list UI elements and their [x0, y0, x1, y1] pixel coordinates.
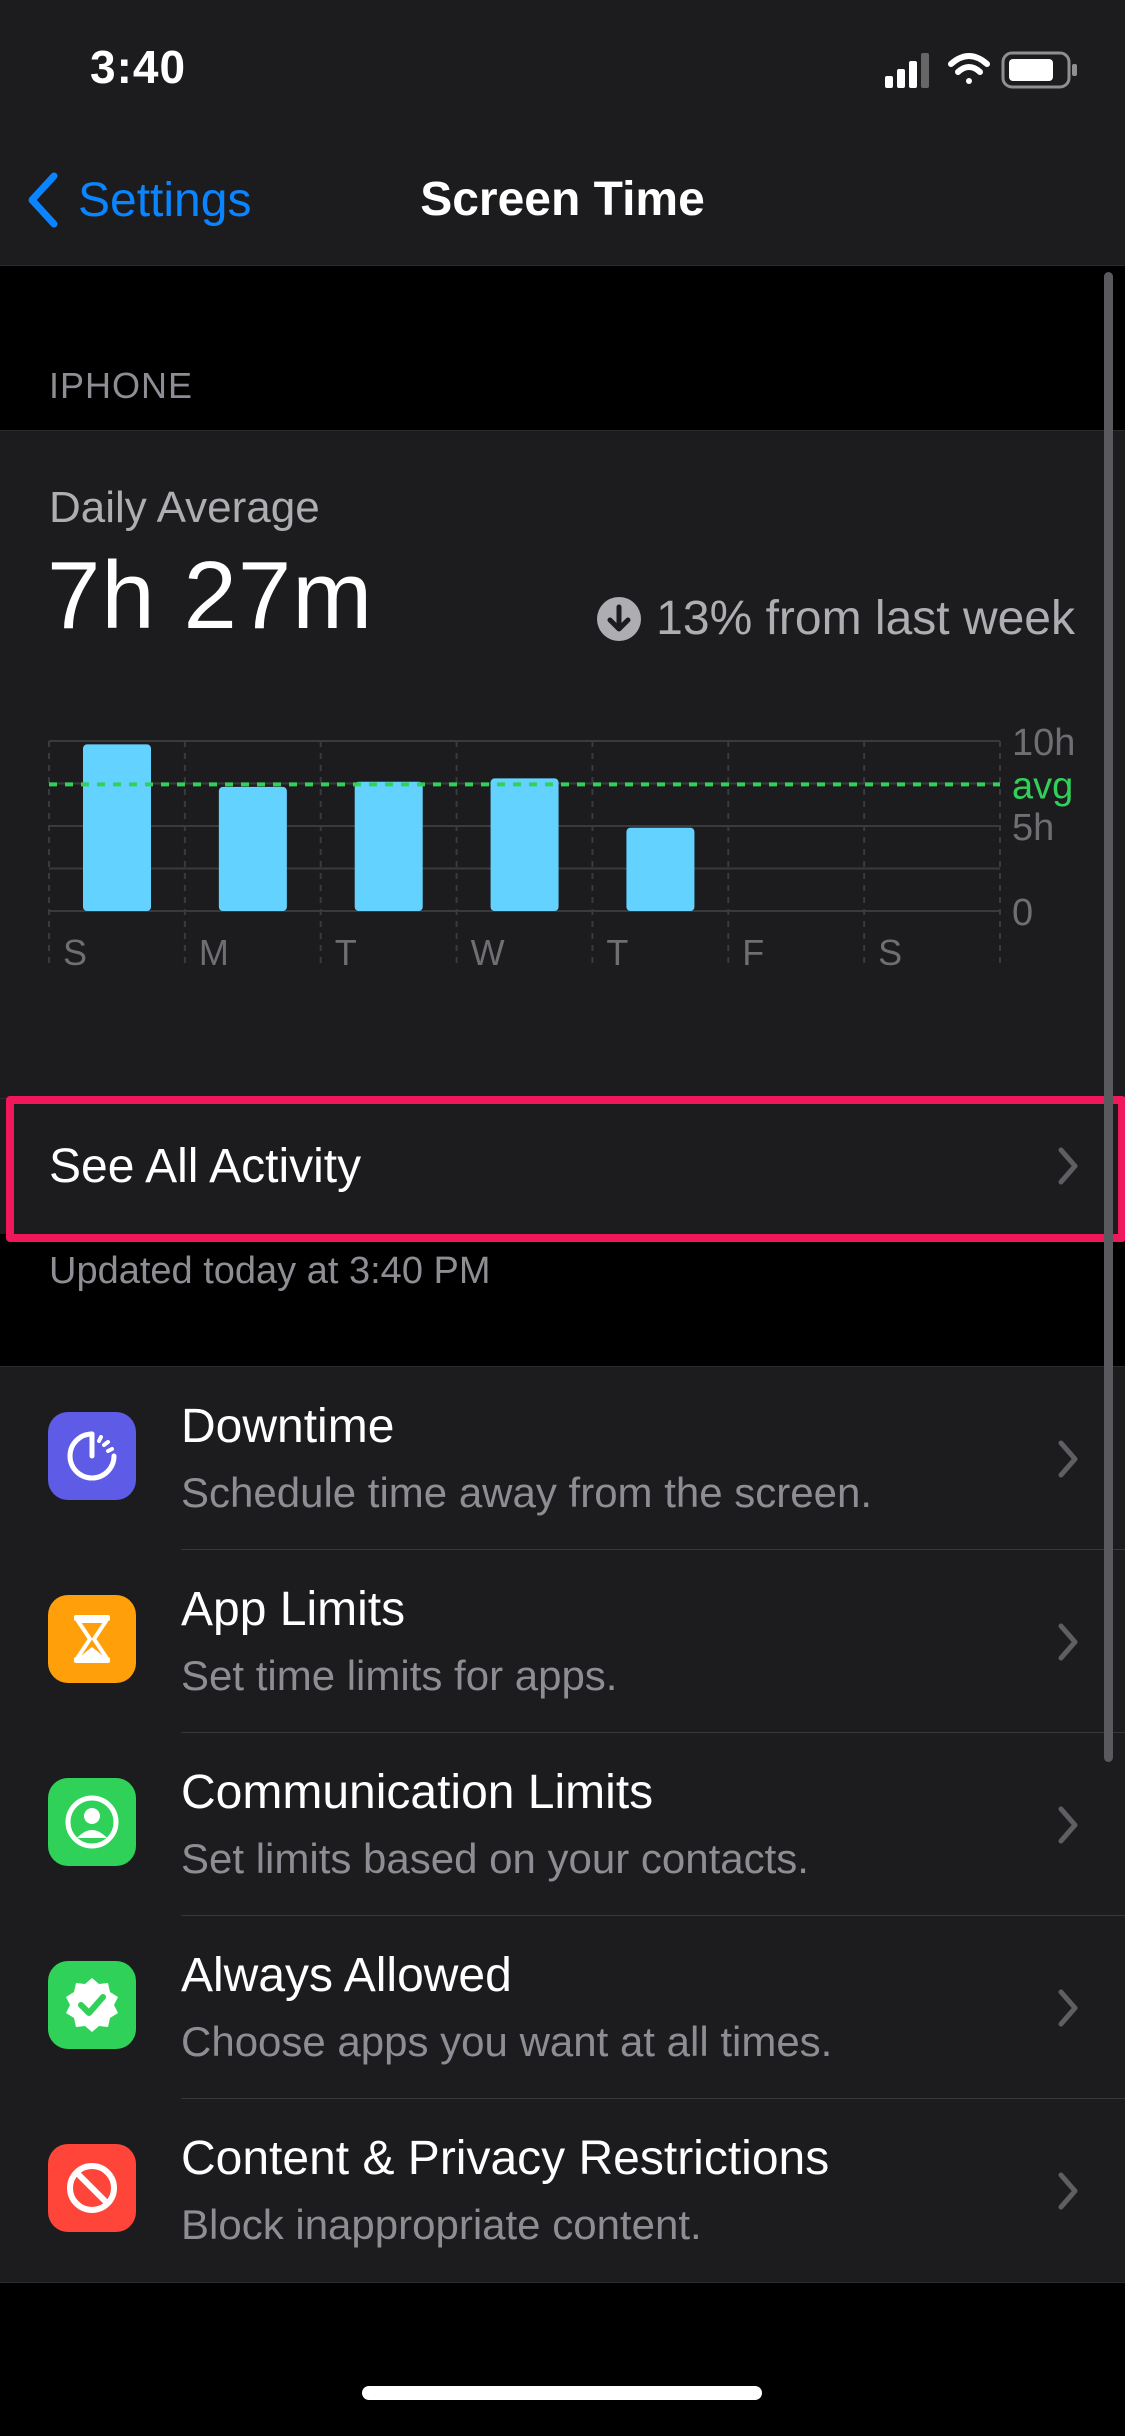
chevron-right-icon	[1058, 1806, 1078, 1844]
status-bar: 3:40	[0, 0, 1125, 135]
list-item-downtime[interactable]: Downtime Schedule time away from the scr…	[0, 1367, 1125, 1550]
usage-card: Daily Average 7h 27m 13% from last week …	[0, 430, 1125, 1234]
chevron-right-icon	[1058, 1147, 1078, 1185]
list-item-communication-limits[interactable]: Communication Limits Set limits based on…	[0, 1733, 1125, 1916]
daily-average-value: 7h 27m	[47, 542, 374, 649]
see-all-activity-row[interactable]: See All Activity	[0, 1098, 1125, 1234]
scrollbar[interactable]	[1104, 272, 1113, 1762]
list-item-title: Always Allowed	[181, 1949, 512, 2002]
chart-x-tick-label: T	[606, 932, 628, 973]
chart-y-tick-label: 0	[1012, 892, 1033, 934]
list-item-title: Communication Limits	[181, 1766, 654, 1819]
list-item-subtitle: Set limits based on your contacts.	[181, 1835, 809, 1882]
chart-bar	[354, 781, 423, 911]
list-item-subtitle: Set time limits for apps.	[181, 1652, 618, 1699]
chart-bar	[626, 827, 695, 911]
chart-x-tick-label: M	[199, 932, 229, 973]
battery-icon	[1001, 51, 1077, 89]
chart-x-tick-label: F	[742, 932, 764, 973]
updated-timestamp: Updated today at 3:40 PM	[49, 1250, 491, 1292]
chart-bar	[218, 786, 287, 911]
trend-text: 13% from last week	[656, 592, 1075, 645]
page-title: Screen Time	[420, 173, 705, 226]
weekly-usage-chart: avg10h 5h 0 S M T W T F S	[48, 722, 1075, 973]
chevron-right-icon	[1058, 2172, 1078, 2210]
chart-x-tick-label: S	[63, 932, 87, 973]
section-header: IPHONE	[49, 365, 194, 406]
arrow-down-circle-icon	[597, 596, 642, 641]
chart-bar	[490, 778, 559, 911]
list-item-always-allowed[interactable]: Always Allowed Choose apps you want at a…	[0, 1916, 1125, 2099]
wifi-icon	[948, 53, 990, 84]
list-item-subtitle: Choose apps you want at all times.	[181, 2018, 833, 2065]
chevron-right-icon	[1058, 1989, 1078, 2027]
chart-y-tick-label: 5h	[1012, 807, 1054, 849]
contact-icon	[48, 1778, 136, 1866]
screen-time-settings-list: Downtime Schedule time away from the scr…	[0, 1366, 1125, 2283]
list-item-app-limits[interactable]: App Limits Set time limits for apps.	[0, 1550, 1125, 1733]
hourglass-icon	[48, 1595, 136, 1683]
list-item-subtitle: Block inappropriate content.	[181, 2201, 702, 2248]
list-item-title: Downtime	[181, 1400, 395, 1453]
chart-x-tick-label: W	[471, 932, 505, 973]
restriction-icon	[48, 2144, 136, 2232]
chart-bar	[83, 744, 151, 911]
status-icons	[885, 51, 1077, 89]
chart-average-label: avg	[1012, 765, 1073, 807]
daily-average-label: Daily Average	[49, 483, 320, 532]
downtime-icon	[48, 1412, 136, 1500]
list-item-title: Content & Privacy Restrictions	[181, 2132, 830, 2185]
cellular-signal-icon	[885, 53, 929, 88]
see-all-activity-label: See All Activity	[49, 1140, 362, 1193]
chart-x-tick-label: S	[878, 932, 902, 973]
trend-indicator: 13% from last week	[596, 591, 1075, 646]
list-item-content-privacy-restrictions[interactable]: Content & Privacy Restrictions Block ina…	[0, 2099, 1125, 2282]
chevron-right-icon	[1058, 1623, 1078, 1661]
chart-y-tick-label: 10h	[1012, 722, 1075, 764]
list-item-subtitle: Schedule time away from the screen.	[181, 1469, 872, 1516]
status-time: 3:40	[90, 41, 187, 93]
checkmark-badge-icon	[48, 1961, 136, 2049]
home-indicator[interactable]	[362, 2386, 762, 2400]
list-item-title: App Limits	[181, 1583, 406, 1636]
chevron-right-icon	[1058, 1440, 1078, 1478]
navigation-bar: Settings Screen Time	[0, 135, 1125, 266]
chart-x-tick-label: T	[335, 932, 357, 973]
